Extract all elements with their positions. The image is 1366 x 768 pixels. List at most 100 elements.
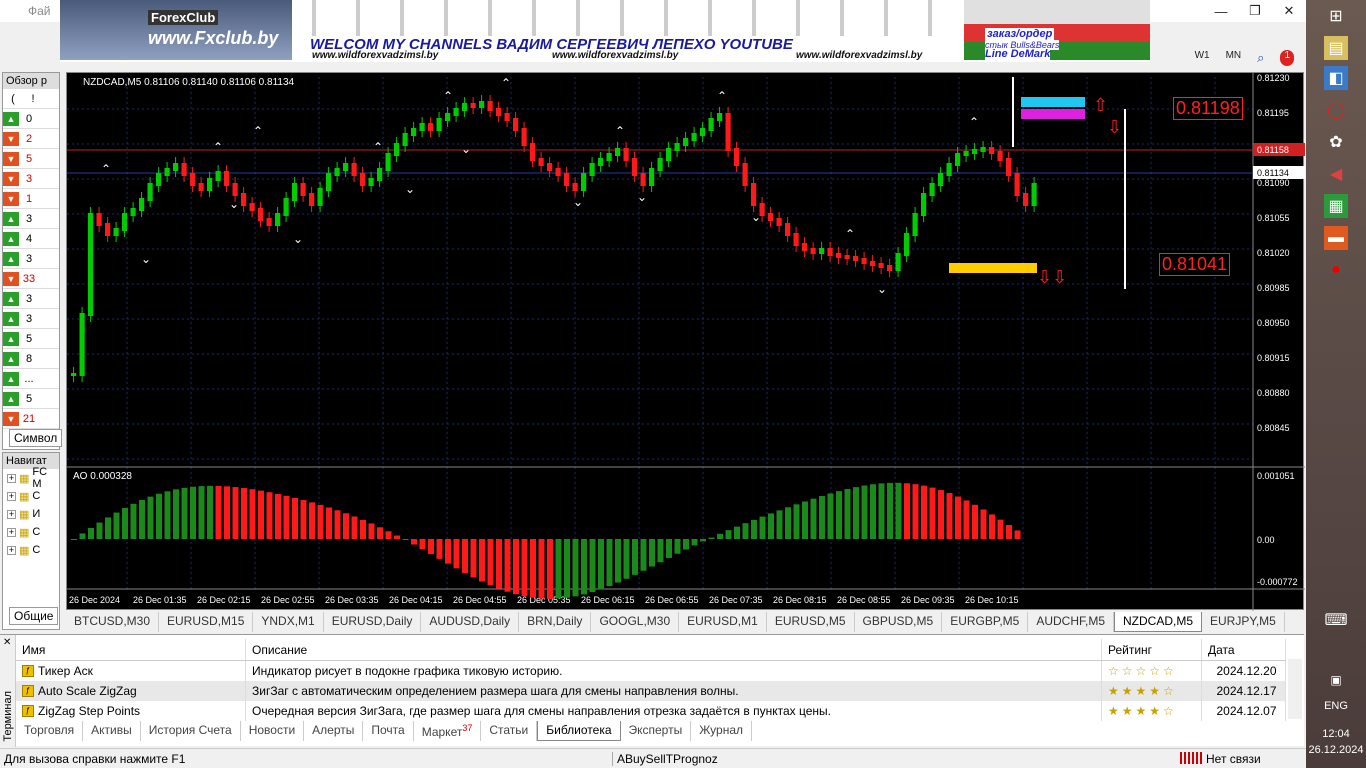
expand-icon[interactable]: +: [7, 509, 16, 519]
chart-tab[interactable]: EURUSD,M5: [767, 612, 855, 632]
navigator-item-label: C: [32, 526, 41, 538]
app-icon[interactable]: ◧: [1324, 66, 1348, 90]
market-watch-row[interactable]: ▲ 3: [3, 309, 59, 329]
market-watch-row[interactable]: ▼ 2: [3, 129, 59, 149]
market-watch-row[interactable]: ▼ 5: [3, 149, 59, 169]
chart-tab[interactable]: YNDX,M1: [253, 612, 324, 632]
market-watch-row[interactable]: ▲ 5: [3, 329, 59, 349]
chart-tab[interactable]: EURUSD,M15: [159, 612, 254, 632]
expand-icon[interactable]: +: [7, 491, 16, 501]
chart-tab[interactable]: EURJPY,M5: [1202, 612, 1285, 632]
col-rating[interactable]: Рейтинг: [1102, 639, 1202, 660]
terminal-scrollbar[interactable]: [1288, 659, 1302, 719]
chart-tab[interactable]: EURUSD,M1: [679, 612, 767, 632]
table-row[interactable]: ƒ ZigZag Step Points Очередная версия ЗигЗ…: [16, 701, 1286, 721]
terminal-close-icon[interactable]: ✕: [3, 637, 11, 648]
market-watch-row[interactable]: ▲ 3: [3, 289, 59, 309]
table-row[interactable]: ƒ Тикер Аск Индикатор рисует в подокне гра…: [16, 661, 1286, 681]
terminal-tab[interactable]: Эксперты: [621, 721, 692, 741]
chart-tab[interactable]: BTCUSD,M30: [66, 612, 160, 632]
market-watch-row[interactable]: ▲ 0: [3, 109, 59, 129]
tf-mn-button[interactable]: MN: [1226, 50, 1242, 66]
fractal-arrow-icon: ⌄: [461, 142, 471, 156]
terminal-tab[interactable]: Алерты: [304, 721, 364, 741]
market-watch-row[interactable]: ▲ 5: [3, 389, 59, 409]
chart-tab[interactable]: EURGBP,M5: [942, 612, 1029, 632]
expand-icon[interactable]: +: [7, 473, 16, 483]
expand-icon[interactable]: +: [7, 527, 16, 537]
minimize-button[interactable]: —: [1204, 0, 1238, 22]
mw-header-col1[interactable]: (: [3, 93, 23, 105]
terminal-tab[interactable]: Статьи: [481, 721, 538, 741]
candle-body: [479, 101, 485, 108]
navigator-item[interactable]: + ▦ FC M: [3, 466, 59, 490]
market-watch-row[interactable]: ▲ 4: [3, 229, 59, 249]
col-name[interactable]: Имя: [16, 639, 246, 660]
terminal-tab[interactable]: Активы: [83, 721, 141, 741]
banner-order: заказ/ордер: [985, 28, 1055, 40]
chart-tab[interactable]: GOOGL,M30: [591, 612, 680, 632]
ao-bar: [300, 500, 307, 539]
terminal-tab[interactable]: Маркет37: [414, 721, 482, 741]
market-watch-row[interactable]: ▼ 33: [3, 269, 59, 289]
menu-file[interactable]: Фай: [28, 4, 51, 18]
paint-icon[interactable]: ✿: [1324, 130, 1348, 154]
col-description[interactable]: Описание: [246, 639, 1102, 660]
close-button[interactable]: ✕: [1272, 0, 1306, 22]
market-watch-row[interactable]: ▲...: [3, 369, 59, 389]
chart-tab[interactable]: BRN,Daily: [519, 612, 592, 632]
speaker-icon[interactable]: ◀: [1324, 162, 1348, 186]
chart-tab[interactable]: NZDCAD,M5: [1114, 612, 1203, 632]
terminal-tab[interactable]: История Счета: [141, 721, 241, 741]
expand-icon[interactable]: +: [7, 545, 16, 555]
notification-badge[interactable]: 1: [1280, 50, 1294, 66]
navigator-item[interactable]: + ▦ C: [3, 523, 59, 541]
price-chart[interactable]: 0.812300.811950.811250.810900.810550.810…: [66, 72, 1305, 611]
clock-date[interactable]: 26.12.2024: [1306, 744, 1366, 756]
chart-tab[interactable]: EURUSD,Daily: [324, 612, 422, 632]
ao-bar: [402, 539, 409, 540]
terminal-tab[interactable]: Библиотека: [537, 721, 621, 741]
network-icon[interactable]: ▣: [1324, 668, 1348, 692]
keyboard-icon[interactable]: ⌨: [1324, 608, 1348, 632]
tab-common[interactable]: Общие: [9, 607, 59, 625]
market-watch-row[interactable]: ▼ 3: [3, 169, 59, 189]
ao-bar: [198, 486, 205, 539]
calculator-icon[interactable]: ▦: [1324, 194, 1348, 218]
tab-symbols[interactable]: Символ: [9, 429, 63, 447]
record-icon[interactable]: ●: [1324, 258, 1348, 282]
clock-time[interactable]: 12:04: [1306, 728, 1366, 740]
chart-tab[interactable]: AUDUSD,Daily: [421, 612, 520, 632]
market-watch-row[interactable]: ▲ 8: [3, 349, 59, 369]
market-watch-row[interactable]: ▼ 21: [3, 409, 59, 429]
navigator-item[interactable]: + ▦ C: [3, 541, 59, 559]
chart-tab[interactable]: GBPUSD,M5: [855, 612, 943, 632]
mw-header-col2[interactable]: !: [23, 93, 43, 105]
start-icon[interactable]: ⊞: [1324, 4, 1348, 28]
terminal-tab[interactable]: Торговля: [16, 721, 84, 741]
terminal-tab[interactable]: Новости: [241, 721, 305, 741]
terminal-tab[interactable]: Журнал: [691, 721, 753, 741]
opera-icon[interactable]: ◯: [1324, 98, 1348, 122]
chart-canvas[interactable]: 0.812300.811950.811250.810900.810550.810…: [67, 73, 1305, 611]
search-icon[interactable]: ⌕: [1257, 50, 1264, 66]
trading-app-icon[interactable]: ▬: [1324, 226, 1348, 250]
ao-bar: [972, 504, 978, 539]
candle-body: [946, 163, 952, 176]
terminal-tab[interactable]: Почта: [363, 721, 414, 741]
market-watch-row[interactable]: ▼ 1: [3, 189, 59, 209]
ao-bar: [836, 491, 842, 539]
ao-bar: [921, 485, 927, 539]
col-date[interactable]: Дата: [1202, 639, 1286, 660]
language-indicator[interactable]: ENG: [1306, 700, 1366, 712]
market-watch-row[interactable]: ▲ 3: [3, 209, 59, 229]
explorer-icon[interactable]: ▤: [1324, 36, 1348, 60]
table-row[interactable]: ƒ Auto Scale ZigZag ЗигЗаг с автоматически…: [16, 681, 1286, 701]
tf-w1-button[interactable]: W1: [1195, 50, 1210, 66]
ad-banner[interactable]: ForexClub www.Fxclub.by WELCOM MY CHANNE…: [60, 0, 1150, 62]
chart-tab[interactable]: AUDCHF,M5: [1028, 612, 1114, 632]
ao-bar: [487, 539, 494, 586]
restore-button[interactable]: ❐: [1238, 0, 1272, 22]
navigator-item[interactable]: + ▦ И: [3, 505, 59, 523]
market-watch-row[interactable]: ▲ 3: [3, 249, 59, 269]
